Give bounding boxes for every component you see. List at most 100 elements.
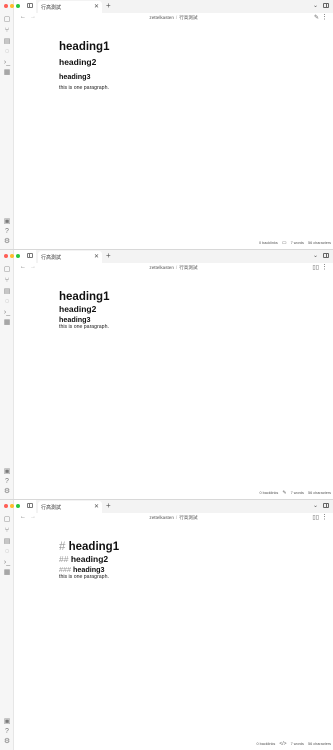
left-ribbon: ▢ ⑂ ▤ ◌ ›_ ▦ ▣ ? ⚙ bbox=[0, 0, 20, 249]
heading-3: heading3 bbox=[73, 565, 105, 574]
status-words: 7 words bbox=[290, 491, 304, 495]
plus-icon[interactable]: + bbox=[106, 1, 111, 11]
tab-bar: 行高測試 ✕ + ⌄ bbox=[36, 500, 333, 513]
minimize-window-button[interactable] bbox=[10, 504, 14, 508]
vault-icon[interactable]: ▣ bbox=[3, 718, 11, 726]
sidebar-left-icon[interactable] bbox=[27, 503, 33, 508]
status-characters: 56 characters bbox=[307, 742, 331, 746]
canvas-icon[interactable]: ◌ bbox=[3, 548, 11, 556]
terminal-icon[interactable]: ›_ bbox=[3, 309, 11, 317]
heading-1-line: # heading1 bbox=[59, 540, 119, 554]
terminal-icon[interactable]: ›_ bbox=[3, 59, 11, 67]
close-window-button[interactable] bbox=[4, 504, 8, 508]
graph-icon[interactable]: ⑂ bbox=[3, 277, 11, 285]
paragraph: this is one paragraph. bbox=[59, 574, 109, 580]
sidebar-left-icon[interactable] bbox=[27, 3, 33, 8]
pencil-icon[interactable]: ✎ bbox=[282, 490, 286, 496]
heading-2: heading2 bbox=[70, 554, 109, 564]
left-ribbon: ▢ ⑂ ▤ ◌ ›_ ▦ ▣ ? ⚙ bbox=[0, 250, 20, 499]
zoom-window-button[interactable] bbox=[16, 254, 20, 258]
plus-icon[interactable]: + bbox=[106, 501, 111, 511]
zoom-window-button[interactable] bbox=[16, 504, 20, 508]
more-options-icon[interactable]: ⋮ bbox=[321, 263, 328, 271]
chevron-down-icon[interactable]: ⌄ bbox=[313, 252, 318, 259]
paragraph: this is one paragraph. bbox=[59, 324, 109, 330]
canvas-icon[interactable]: ◌ bbox=[3, 298, 11, 306]
minimize-window-button[interactable] bbox=[10, 4, 14, 8]
breadcrumb-vault[interactable]: zettelkasten bbox=[149, 515, 174, 520]
sidebar-right-icon[interactable] bbox=[323, 253, 329, 258]
tab-title: 行高測試 bbox=[41, 505, 62, 511]
file-icon[interactable]: ▢ bbox=[3, 516, 11, 524]
chevron-down-icon[interactable]: ⌄ bbox=[313, 2, 318, 9]
status-backlinks[interactable]: 0 backlinks bbox=[259, 241, 278, 245]
plus-icon[interactable]: + bbox=[106, 251, 111, 261]
tab-title: 行高測試 bbox=[41, 255, 62, 261]
close-icon[interactable]: ✕ bbox=[94, 3, 99, 11]
minimize-window-button[interactable] bbox=[10, 254, 14, 258]
tab-note[interactable]: 行高測試 ✕ bbox=[38, 251, 102, 263]
heading-3: heading3 bbox=[59, 315, 91, 324]
breadcrumb-note[interactable]: 行高測試 bbox=[179, 515, 197, 520]
templates-icon[interactable]: ▦ bbox=[3, 69, 11, 77]
status-backlinks[interactable]: 0 backlinks bbox=[256, 742, 275, 746]
file-icon[interactable]: ▢ bbox=[3, 266, 11, 274]
calendar-icon[interactable]: ▤ bbox=[3, 288, 11, 296]
zoom-window-button[interactable] bbox=[16, 4, 20, 8]
close-icon[interactable]: ✕ bbox=[94, 253, 99, 261]
calendar-icon[interactable]: ▤ bbox=[3, 38, 11, 46]
file-icon[interactable]: ▢ bbox=[3, 16, 11, 24]
tab-note[interactable]: 行高測試 ✕ bbox=[38, 501, 102, 513]
status-bar: 0 backlinks ✎ 7 words 56 characters bbox=[257, 490, 332, 496]
left-ribbon: ▢ ⑂ ▤ ◌ ›_ ▦ ▣ ? ⚙ bbox=[0, 500, 20, 750]
calendar-icon[interactable]: ▤ bbox=[3, 538, 11, 546]
chevron-down-icon[interactable]: ⌄ bbox=[313, 502, 318, 509]
edit-pencil-icon[interactable]: ✎ bbox=[314, 14, 319, 21]
breadcrumb-note[interactable]: 行高測試 bbox=[179, 265, 197, 270]
breadcrumb-note[interactable]: 行高測試 bbox=[179, 15, 197, 20]
obsidian-window-3: ▢ ⑂ ▤ ◌ ›_ ▦ ▣ ? ⚙ 行高測試 ✕ + ⌄ ← → zettel… bbox=[0, 500, 333, 750]
heading-1: heading1 bbox=[68, 541, 120, 553]
more-options-icon[interactable]: ⋮ bbox=[321, 13, 328, 21]
status-words: 7 words bbox=[290, 241, 304, 245]
sidebar-left-icon[interactable] bbox=[27, 253, 33, 258]
status-backlinks[interactable]: 0 backlinks bbox=[260, 491, 279, 495]
tab-note[interactable]: 行高測試 ✕ bbox=[38, 1, 102, 13]
settings-icon[interactable]: ⚙ bbox=[3, 738, 11, 746]
breadcrumb-vault[interactable]: zettelkasten bbox=[149, 15, 174, 20]
book-icon[interactable]: ▭ bbox=[282, 240, 287, 246]
note-content[interactable]: heading1 heading2 heading3 this is one p… bbox=[59, 40, 109, 92]
sidebar-right-icon[interactable] bbox=[323, 3, 329, 8]
graph-icon[interactable]: ⑂ bbox=[3, 27, 11, 35]
book-open-icon[interactable]: ▯▯ bbox=[312, 514, 319, 521]
book-open-icon[interactable]: ▯▯ bbox=[312, 264, 319, 271]
breadcrumb: zettelkasten / 行高測試 bbox=[14, 265, 333, 271]
breadcrumb: zettelkasten / 行高測試 bbox=[14, 515, 333, 521]
help-icon[interactable]: ? bbox=[3, 728, 11, 736]
terminal-icon[interactable]: ›_ bbox=[3, 559, 11, 567]
help-icon[interactable]: ? bbox=[3, 228, 11, 236]
templates-icon[interactable]: ▦ bbox=[3, 319, 11, 327]
heading-2-marker: ## bbox=[59, 554, 69, 564]
settings-icon[interactable]: ⚙ bbox=[3, 488, 11, 496]
paragraph: this is one paragraph. bbox=[59, 85, 109, 91]
vault-icon[interactable]: ▣ bbox=[3, 218, 11, 226]
view-header: ← → zettelkasten / 行高測試 ✎ ⋮ bbox=[14, 13, 333, 23]
breadcrumb-vault[interactable]: zettelkasten bbox=[149, 265, 174, 270]
code-icon[interactable]: </> bbox=[279, 741, 286, 747]
close-window-button[interactable] bbox=[4, 254, 8, 258]
more-options-icon[interactable]: ⋮ bbox=[321, 513, 328, 521]
status-characters: 56 characters bbox=[307, 491, 331, 495]
canvas-icon[interactable]: ◌ bbox=[3, 48, 11, 56]
settings-icon[interactable]: ⚙ bbox=[3, 238, 11, 246]
templates-icon[interactable]: ▦ bbox=[3, 569, 11, 577]
vault-icon[interactable]: ▣ bbox=[3, 468, 11, 476]
graph-icon[interactable]: ⑂ bbox=[3, 527, 11, 535]
close-window-button[interactable] bbox=[4, 4, 8, 8]
note-content[interactable]: heading1 heading2 heading3 this is one p… bbox=[59, 290, 109, 331]
note-content[interactable]: # heading1 ## heading2 ### heading3 this… bbox=[59, 540, 119, 581]
sidebar-right-icon[interactable] bbox=[323, 503, 329, 508]
heading-2-line: ## heading2 bbox=[59, 554, 119, 565]
close-icon[interactable]: ✕ bbox=[94, 503, 99, 511]
help-icon[interactable]: ? bbox=[3, 478, 11, 486]
